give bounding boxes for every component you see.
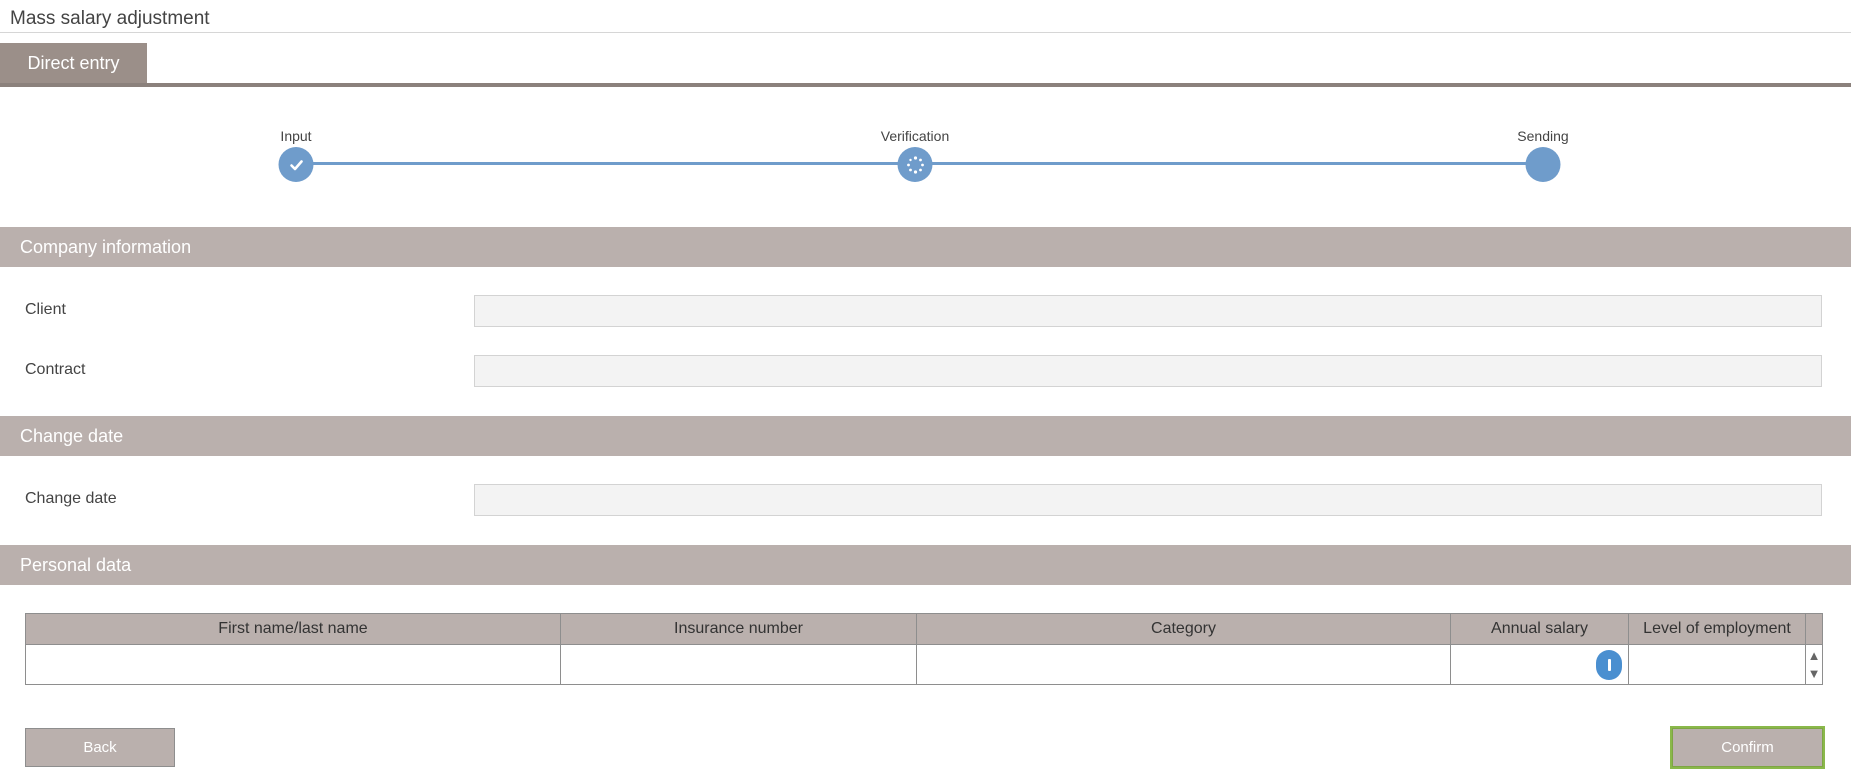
- cell-level-of-employment: [1629, 645, 1806, 684]
- step-verification: [897, 147, 933, 182]
- step-input: [278, 147, 314, 182]
- column-header-level-of-employment[interactable]: Level of employment: [1629, 614, 1806, 644]
- step-label-input: Input: [280, 128, 312, 144]
- scroll-up-icon[interactable]: ▲: [1808, 648, 1821, 663]
- title-divider: [0, 32, 1851, 33]
- section-change-date: Change date: [0, 416, 1851, 456]
- section-company-information: Company information: [0, 227, 1851, 267]
- step-label-verification: Verification: [880, 128, 950, 144]
- tab-divider: [0, 83, 1851, 87]
- cell-name: [26, 645, 561, 684]
- cell-category: [917, 645, 1451, 684]
- contract-label: Contract: [25, 361, 86, 378]
- contract-field[interactable]: [474, 355, 1822, 387]
- table-scrollbar[interactable]: ▲ ▼: [1806, 645, 1822, 684]
- info-icon[interactable]: [1596, 649, 1622, 680]
- column-header-category[interactable]: Category: [917, 614, 1451, 644]
- step-label-sending: Sending: [1517, 128, 1569, 144]
- page-title: Mass salary adjustment: [10, 8, 210, 29]
- column-header-annual-salary[interactable]: Annual salary: [1451, 614, 1629, 644]
- column-header-name[interactable]: First name/last name: [26, 614, 561, 644]
- table-header: First name/last name Insurance number Ca…: [26, 614, 1822, 644]
- section-personal-data: Personal data: [0, 545, 1851, 585]
- cell-insurance-number: [561, 645, 917, 684]
- tab-direct-entry[interactable]: Direct entry: [0, 43, 147, 84]
- header-scroll-spacer: [1806, 614, 1822, 644]
- personal-data-table: First name/last name Insurance number Ca…: [25, 613, 1823, 685]
- checkmark-icon: [289, 159, 303, 170]
- step-sending: [1525, 147, 1561, 182]
- scroll-down-icon[interactable]: ▼: [1808, 666, 1821, 681]
- column-header-insurance-number[interactable]: Insurance number: [561, 614, 917, 644]
- spinner-icon: [906, 155, 924, 174]
- client-label: Client: [25, 301, 66, 318]
- change-date-label: Change date: [25, 490, 117, 507]
- confirm-button[interactable]: Confirm: [1672, 728, 1823, 767]
- cell-annual-salary[interactable]: [1451, 645, 1629, 684]
- change-date-field[interactable]: [474, 484, 1822, 516]
- client-field[interactable]: [474, 295, 1822, 327]
- table-row[interactable]: ▲ ▼: [26, 644, 1822, 684]
- back-button[interactable]: Back: [25, 728, 175, 767]
